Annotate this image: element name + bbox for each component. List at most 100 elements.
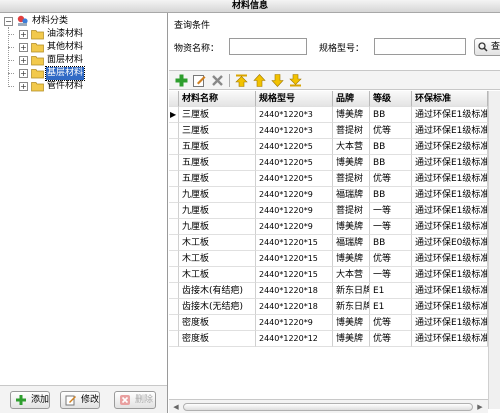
cell-brand: 博美牌 xyxy=(333,331,370,347)
row-indicator xyxy=(169,235,179,251)
grid-toolbar xyxy=(169,71,500,90)
cell-standard: 通过环保E1级标准 xyxy=(412,219,488,235)
table-row[interactable]: 九厘板 2440*1220*9 博美牌 一等 通过环保E1级标准 xyxy=(169,219,500,235)
expand-icon[interactable]: + xyxy=(19,56,28,65)
vertical-scrollbar[interactable] xyxy=(488,91,500,409)
expand-icon[interactable]: + xyxy=(19,30,28,39)
table-row[interactable]: 木工板 2440*1220*15 大本营 一等 通过环保E1级标准 xyxy=(169,267,500,283)
scroll-left-icon[interactable]: ◀ xyxy=(171,402,181,412)
table-row[interactable]: 密度板 2440*1220*12 博美牌 优等 通过环保E1级标准 xyxy=(169,331,500,347)
cell-name: 九厘板 xyxy=(179,219,256,235)
column-header-spec[interactable]: 规格型号 xyxy=(256,91,333,107)
table-row[interactable]: 齿接木(有结疤) 2440*1220*18 新东日牌 E1 通过环保E1级标准 xyxy=(169,283,500,299)
table-row[interactable]: 木工板 2440*1220*15 福瑞牌 BB 通过环保E0级标准 xyxy=(169,235,500,251)
folder-icon xyxy=(31,69,44,79)
spec-input[interactable] xyxy=(374,38,466,55)
material-name-input[interactable] xyxy=(229,38,307,55)
collapse-icon[interactable]: − xyxy=(4,17,13,26)
cell-name: 五厘板 xyxy=(179,139,256,155)
tree-item-label: 其他材料 xyxy=(47,42,84,52)
row-indicator xyxy=(169,251,179,267)
cell-name: 五厘板 xyxy=(179,171,256,187)
table-row[interactable]: 九厘板 2440*1220*9 菩提树 一等 通过环保E1级标准 xyxy=(169,203,500,219)
cell-brand: 福瑞牌 xyxy=(333,235,370,251)
tree-item[interactable]: + 基层材料 xyxy=(4,66,164,81)
tree-item[interactable]: + 管件材料 xyxy=(4,80,164,93)
cell-spec: 2440*1220*18 xyxy=(256,299,333,315)
move-top-icon[interactable] xyxy=(234,73,249,88)
scroll-thumb[interactable] xyxy=(183,403,473,411)
column-header-name[interactable]: 材料名称 xyxy=(179,91,256,107)
tree-root[interactable]: − 材料分类 xyxy=(4,15,164,28)
search-button[interactable]: 查询 xyxy=(474,38,500,56)
table-row[interactable]: 五厘板 2440*1220*5 菩提树 优等 通过环保E1级标准 xyxy=(169,171,500,187)
table-row[interactable]: 齿接木(无结疤) 2440*1220*18 新东日牌 E1 通过环保E1级标准 xyxy=(169,299,500,315)
cell-grade: BB xyxy=(370,107,412,123)
table-row[interactable]: 五厘板 2440*1220*5 大本营 BB 通过环保E2级标准 xyxy=(169,139,500,155)
cell-standard: 通过环保E1级标准 xyxy=(412,203,488,219)
table-row[interactable]: 木工板 2440*1220*15 博美牌 优等 通过环保E1级标准 xyxy=(169,251,500,267)
folder-icon xyxy=(31,43,44,53)
cell-brand: 菩提树 xyxy=(333,171,370,187)
cell-brand: 博美牌 xyxy=(333,251,370,267)
folder-icon xyxy=(31,82,44,92)
expand-icon[interactable]: + xyxy=(19,69,28,78)
cell-spec: 2440*1220*9 xyxy=(256,315,333,331)
materials-table: 材料名称 规格型号 品牌 等级 环保标准 ▶ 三厘板 2440*1220*3 博美牌 B… xyxy=(169,91,500,347)
tree-root-label: 材料分类 xyxy=(32,16,69,26)
category-panel: − 材料分类 + 油漆材料 + 其他材料 + 面层材料 + 基层材料 + 管件材料 添加 修改 xyxy=(0,13,168,413)
move-up-icon[interactable] xyxy=(252,73,267,88)
category-root-icon xyxy=(17,15,28,26)
table-row[interactable]: 九厘板 2440*1220*9 福瑞牌 BB 通过环保E1级标准 xyxy=(169,187,500,203)
category-actions: 添加 修改 删除 xyxy=(0,385,167,413)
tree-item[interactable]: + 其他材料 xyxy=(4,41,164,54)
tree-item-label: 管件材料 xyxy=(47,81,84,91)
tree-item[interactable]: + 面层材料 xyxy=(4,54,164,67)
add-icon[interactable] xyxy=(174,73,189,88)
table-row[interactable]: 三厘板 2440*1220*3 菩提树 优等 通过环保E1级标准 xyxy=(169,123,500,139)
add-category-button[interactable]: 添加 xyxy=(10,391,50,409)
move-down-icon[interactable] xyxy=(270,73,285,88)
edit-icon[interactable] xyxy=(192,73,207,88)
delete-button-label: 删除 xyxy=(135,395,154,405)
column-header-grade[interactable]: 等级 xyxy=(370,91,412,107)
cell-standard: 通过环保E2级标准 xyxy=(412,139,488,155)
cell-name: 齿接木(无结疤) xyxy=(179,299,256,315)
column-header-standard[interactable]: 环保标准 xyxy=(412,91,488,107)
table-row[interactable]: 密度板 2440*1220*9 博美牌 优等 通过环保E1级标准 xyxy=(169,315,500,331)
window-title: 材料信息 xyxy=(0,0,500,13)
move-bottom-icon[interactable] xyxy=(288,73,303,88)
cell-brand: 菩提树 xyxy=(333,203,370,219)
cell-standard: 通过环保E1级标准 xyxy=(412,107,488,123)
row-indicator: ▶ xyxy=(169,107,179,123)
cell-spec: 2440*1220*9 xyxy=(256,187,333,203)
edit-category-button[interactable]: 修改 xyxy=(60,391,100,409)
cell-standard: 通过环保E1级标准 xyxy=(412,283,488,299)
horizontal-scrollbar[interactable]: ◀ ▶ xyxy=(169,399,488,413)
cell-name: 九厘板 xyxy=(179,187,256,203)
delete-icon[interactable] xyxy=(210,73,225,88)
cell-name: 木工板 xyxy=(179,251,256,267)
cell-brand: 博美牌 xyxy=(333,315,370,331)
cell-brand: 新东日牌 xyxy=(333,299,370,315)
cell-spec: 2440*1220*18 xyxy=(256,283,333,299)
scroll-right-icon[interactable]: ▶ xyxy=(475,402,485,412)
cell-spec: 2440*1220*15 xyxy=(256,267,333,283)
delete-category-button[interactable]: 删除 xyxy=(114,391,156,409)
cell-grade: BB xyxy=(370,155,412,171)
search-icon xyxy=(478,42,488,52)
cell-standard: 通过环保E1级标准 xyxy=(412,267,488,283)
table-row[interactable]: 五厘板 2440*1220*5 博美牌 BB 通过环保E1级标准 xyxy=(169,155,500,171)
expand-icon[interactable]: + xyxy=(19,82,28,91)
cell-grade: 优等 xyxy=(370,171,412,187)
cell-spec: 2440*1220*12 xyxy=(256,331,333,347)
cell-spec: 2440*1220*9 xyxy=(256,219,333,235)
tree-item[interactable]: + 油漆材料 xyxy=(4,28,164,41)
expand-icon[interactable]: + xyxy=(19,43,28,52)
table-row[interactable]: ▶ 三厘板 2440*1220*3 博美牌 BB 通过环保E1级标准 xyxy=(169,107,500,123)
cell-name: 五厘板 xyxy=(179,155,256,171)
cell-brand: 新东日牌 xyxy=(333,283,370,299)
cell-name: 三厘板 xyxy=(179,107,256,123)
column-header-brand[interactable]: 品牌 xyxy=(333,91,370,107)
cell-spec: 2440*1220*5 xyxy=(256,139,333,155)
